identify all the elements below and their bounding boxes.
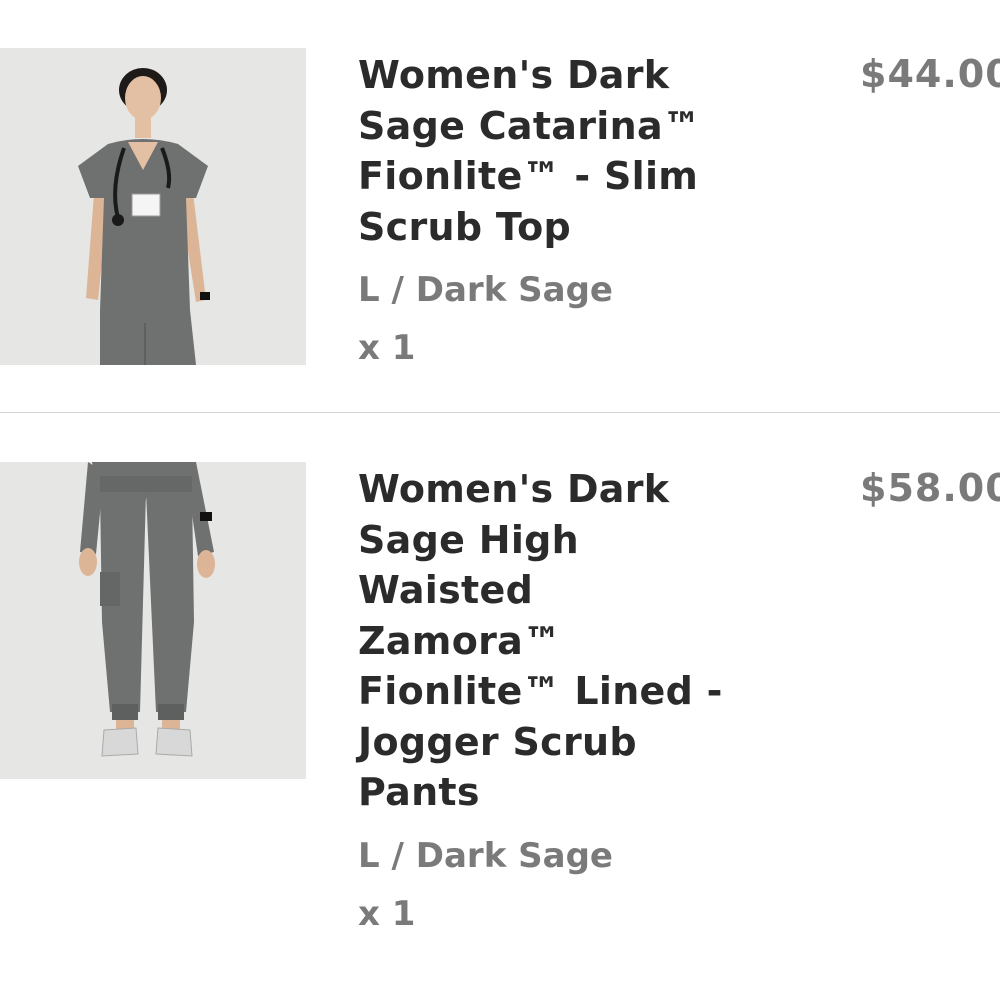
cart-line-items: Women's Dark Sage Catarina™ Fionlite™ - … (0, 0, 1000, 1000)
product-quantity: x 1 (358, 893, 416, 934)
cart-item: Women's Dark Sage Catarina™ Fionlite™ - … (0, 48, 1000, 378)
cart-item: Women's Dark Sage High Waisted Zamora™ F… (0, 462, 1000, 982)
product-title[interactable]: Women's Dark Sage High Waisted Zamora™ F… (358, 464, 738, 818)
cart-item-details: Women's Dark Sage Catarina™ Fionlite™ - … (358, 50, 738, 368)
product-variant: L / Dark Sage (358, 270, 613, 310)
product-image-jogger-pants[interactable] (0, 462, 306, 779)
item-divider (0, 412, 1000, 413)
product-price: $44.00 (860, 52, 1000, 96)
product-image-scrub-top[interactable] (0, 48, 306, 365)
product-price: $58.00 (860, 466, 1000, 510)
cart-item-details: Women's Dark Sage High Waisted Zamora™ F… (358, 464, 738, 934)
product-quantity: x 1 (358, 328, 416, 368)
product-title[interactable]: Women's Dark Sage Catarina™ Fionlite™ - … (358, 50, 738, 252)
product-variant: L / Dark Sage (358, 835, 613, 876)
